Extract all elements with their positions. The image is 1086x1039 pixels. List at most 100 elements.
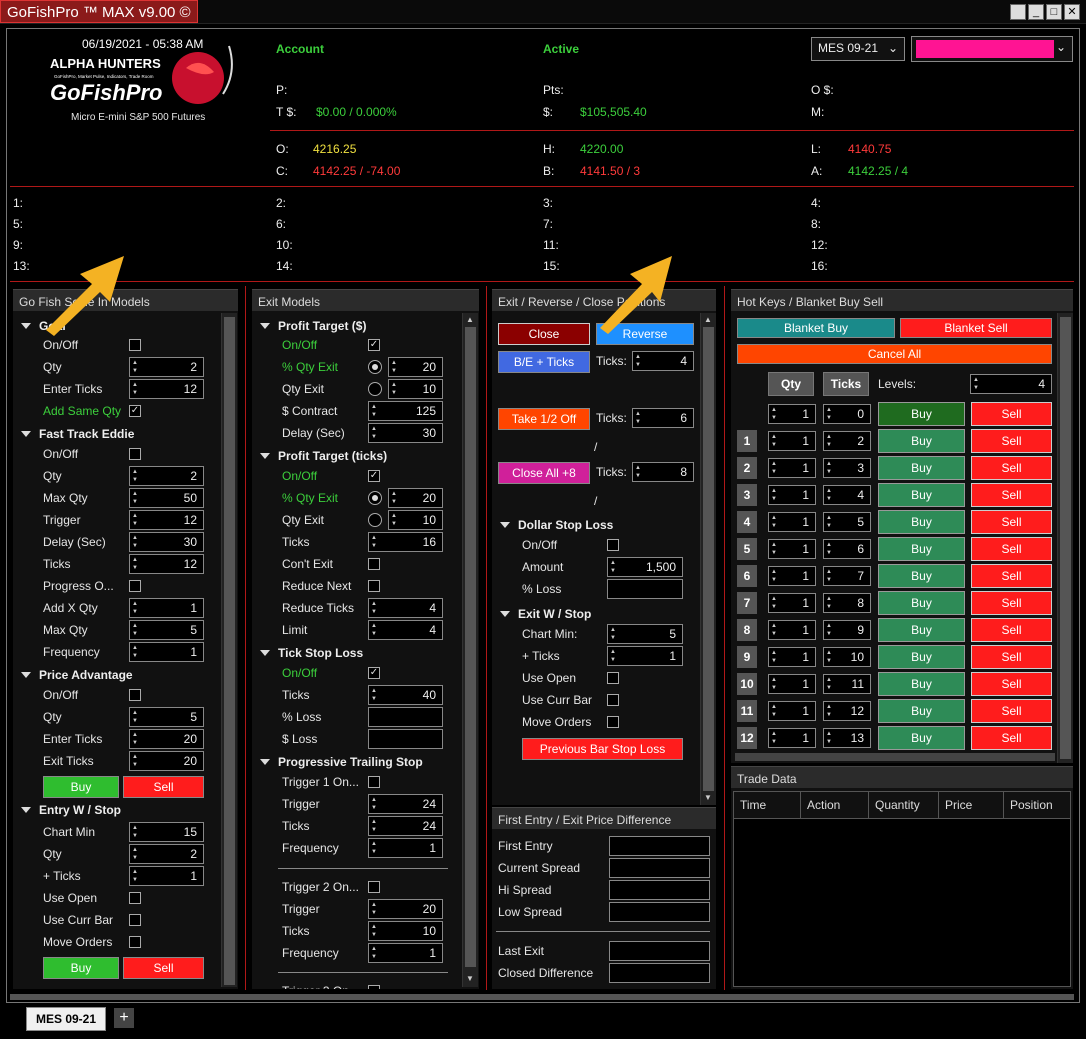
hot-key-ticks-stepper[interactable]: ▲ ▼ 4 bbox=[823, 485, 871, 505]
hot-key-qty-stepper[interactable]: ▲ ▼ 1 bbox=[768, 593, 816, 613]
hot-key-ticks-stepper[interactable]: ▲ ▼ 0 bbox=[823, 404, 871, 424]
hot-key-buy-button[interactable]: Buy bbox=[878, 618, 965, 642]
tsl-dollar-loss-input[interactable] bbox=[368, 729, 443, 749]
ptt-pct-qty-radio[interactable] bbox=[368, 491, 382, 505]
ptt-ticks-stepper[interactable]: ▲ ▼ 16 bbox=[368, 532, 443, 552]
instrument-select[interactable]: MES 09-21 ⌄ bbox=[811, 37, 905, 61]
pts-ticks-stepper[interactable]: ▲ ▼ 24 bbox=[368, 816, 443, 836]
section-dollar-stop-loss[interactable]: Dollar Stop Loss bbox=[518, 518, 613, 532]
hot-key-ticks-stepper[interactable]: ▲ ▼ 7 bbox=[823, 566, 871, 586]
exit-usecurr-checkbox[interactable] bbox=[607, 694, 619, 706]
pt-qty-exit-stepper[interactable]: ▲ ▼ 10 bbox=[388, 379, 443, 399]
pt-qty-exit-radio[interactable] bbox=[368, 382, 382, 396]
ticks-header-button[interactable]: Ticks bbox=[823, 372, 869, 396]
ptt-qty-exit-radio[interactable] bbox=[368, 513, 382, 527]
add-same-qty-checkbox[interactable]: ✓ bbox=[129, 405, 141, 417]
tab-mes-09-21[interactable]: MES 09-21 bbox=[26, 1007, 106, 1031]
hot-key-qty-stepper[interactable]: ▲ ▼ 1 bbox=[768, 647, 816, 667]
ews-chartmin-stepper[interactable]: ▲ ▼ 15 bbox=[129, 822, 204, 842]
pa-exit-ticks-stepper[interactable]: ▲ ▼ 20 bbox=[129, 751, 204, 771]
hot-key-sell-button[interactable]: Sell bbox=[971, 645, 1052, 669]
column-header[interactable]: Action bbox=[801, 792, 869, 818]
pts-trigger3-checkbox[interactable] bbox=[368, 985, 380, 989]
hot-key-buy-button[interactable]: Buy bbox=[878, 564, 965, 588]
dsl-onoff-checkbox[interactable] bbox=[607, 539, 619, 551]
hot-key-buy-button[interactable]: Buy bbox=[878, 645, 965, 669]
hot-key-buy-button[interactable]: Buy bbox=[878, 726, 965, 750]
close-all-ticks-stepper[interactable]: ▲ ▼ 8 bbox=[632, 462, 694, 482]
fte-maxqty-stepper[interactable]: ▲ ▼ 50 bbox=[129, 488, 204, 508]
pa-onoff-checkbox[interactable] bbox=[129, 689, 141, 701]
ews-usecurr-checkbox[interactable] bbox=[129, 914, 141, 926]
fte-addx-stepper[interactable]: ▲ ▼ 1 bbox=[129, 598, 204, 618]
cancel-all-button[interactable]: Cancel All bbox=[737, 344, 1052, 364]
hot-key-sell-button[interactable]: Sell bbox=[971, 726, 1052, 750]
hot-key-buy-button[interactable]: Buy bbox=[878, 672, 965, 696]
ews-useopen-checkbox[interactable] bbox=[129, 892, 141, 904]
dsl-amount-stepper[interactable]: ▲ ▼ 1,500 bbox=[607, 557, 683, 577]
hot-key-sell-button[interactable]: Sell bbox=[971, 483, 1052, 507]
section-profit-target-dollar[interactable]: Profit Target ($) bbox=[278, 319, 366, 333]
hot-key-ticks-stepper[interactable]: ▲ ▼ 2 bbox=[823, 431, 871, 451]
pts-trigger1-checkbox[interactable] bbox=[368, 776, 380, 788]
hot-key-qty-stepper[interactable]: ▲ ▼ 1 bbox=[768, 512, 816, 532]
blanket-buy-button[interactable]: Blanket Buy bbox=[737, 318, 895, 338]
hot-key-ticks-stepper[interactable]: ▲ ▼ 9 bbox=[823, 620, 871, 640]
hot-key-buy-button[interactable]: Buy bbox=[878, 591, 965, 615]
ews-move-checkbox[interactable] bbox=[129, 936, 141, 948]
minimize-button[interactable]: _ bbox=[1028, 4, 1044, 20]
blanket-sell-button[interactable]: Blanket Sell bbox=[900, 318, 1052, 338]
hot-key-qty-stepper[interactable]: ▲ ▼ 1 bbox=[768, 620, 816, 640]
take-ticks-stepper[interactable]: ▲ ▼ 6 bbox=[632, 408, 694, 428]
fte-frequency-stepper[interactable]: ▲ ▼ 1 bbox=[129, 642, 204, 662]
column-header[interactable]: Price bbox=[939, 792, 1004, 818]
hot-key-qty-stepper[interactable]: ▲ ▼ 1 bbox=[768, 674, 816, 694]
ews-qty-stepper[interactable]: ▲ ▼ 2 bbox=[129, 844, 204, 864]
hot-key-sell-button[interactable]: Sell bbox=[971, 618, 1052, 642]
fte-qty-stepper[interactable]: ▲ ▼ 2 bbox=[129, 466, 204, 486]
pa-sell-button[interactable]: Sell bbox=[123, 776, 204, 798]
tsl-pct-loss-input[interactable] bbox=[368, 707, 443, 727]
hot-key-sell-button[interactable]: Sell bbox=[971, 537, 1052, 561]
tsl-onoff-checkbox[interactable]: ✓ bbox=[368, 667, 380, 679]
pt-pct-qty-radio[interactable] bbox=[368, 360, 382, 374]
hot-key-ticks-stepper[interactable]: ▲ ▼ 10 bbox=[823, 647, 871, 667]
goal-enter-ticks-stepper[interactable]: ▲ ▼ 12 bbox=[129, 379, 204, 399]
hot-key-sell-button[interactable]: Sell bbox=[971, 591, 1052, 615]
hot-key-qty-stepper[interactable]: ▲ ▼ 1 bbox=[768, 485, 816, 505]
pa-enter-ticks-stepper[interactable]: ▲ ▼ 20 bbox=[129, 729, 204, 749]
hot-key-ticks-stepper[interactable]: ▲ ▼ 3 bbox=[823, 458, 871, 478]
section-tick-stop-loss[interactable]: Tick Stop Loss bbox=[278, 646, 363, 660]
take-half-off-button[interactable]: Take 1/2 Off bbox=[498, 408, 590, 430]
qty-header-button[interactable]: Qty bbox=[768, 372, 814, 396]
hot-key-qty-stepper[interactable]: ▲ ▼ 1 bbox=[768, 404, 816, 424]
exit-move-checkbox[interactable] bbox=[607, 716, 619, 728]
pts-trigger2-checkbox[interactable] bbox=[368, 881, 380, 893]
scrollbar[interactable]: ▲ ▼ bbox=[462, 313, 478, 987]
ptt-cont-exit-checkbox[interactable] bbox=[368, 558, 380, 570]
dsl-pct-loss-input[interactable] bbox=[607, 579, 683, 599]
ptt-limit-stepper[interactable]: ▲ ▼ 4 bbox=[368, 620, 443, 640]
section-profit-target-ticks[interactable]: Profit Target (ticks) bbox=[278, 449, 387, 463]
maximize-button[interactable]: □ bbox=[1046, 4, 1062, 20]
hot-key-buy-button[interactable]: Buy bbox=[878, 510, 965, 534]
ews-sell-button[interactable]: Sell bbox=[123, 957, 204, 979]
hot-key-buy-button[interactable]: Buy bbox=[878, 402, 965, 426]
fte-onoff-checkbox[interactable] bbox=[129, 448, 141, 460]
hot-key-qty-stepper[interactable]: ▲ ▼ 1 bbox=[768, 701, 816, 721]
pt-delay-stepper[interactable]: ▲ ▼ 30 bbox=[368, 423, 443, 443]
hot-key-ticks-stepper[interactable]: ▲ ▼ 6 bbox=[823, 539, 871, 559]
hot-key-ticks-stepper[interactable]: ▲ ▼ 5 bbox=[823, 512, 871, 532]
section-fast-track-eddie[interactable]: Fast Track Eddie bbox=[39, 427, 134, 441]
fte-ticks-stepper[interactable]: ▲ ▼ 12 bbox=[129, 554, 204, 574]
column-header[interactable]: Time bbox=[734, 792, 801, 818]
fte-delay-stepper[interactable]: ▲ ▼ 30 bbox=[129, 532, 204, 552]
exit-ticks-stepper[interactable]: ▲ ▼ 1 bbox=[607, 646, 683, 666]
section-progressive-trailing-stop[interactable]: Progressive Trailing Stop bbox=[278, 755, 423, 769]
goal-qty-stepper[interactable]: ▲ ▼ 2 bbox=[129, 357, 204, 377]
ews-ticks-stepper[interactable]: ▲ ▼ 1 bbox=[129, 866, 204, 886]
hot-key-ticks-stepper[interactable]: ▲ ▼ 13 bbox=[823, 728, 871, 748]
hot-key-sell-button[interactable]: Sell bbox=[971, 564, 1052, 588]
previous-bar-stop-loss-button[interactable]: Previous Bar Stop Loss bbox=[522, 738, 683, 760]
hot-key-sell-button[interactable]: Sell bbox=[971, 672, 1052, 696]
